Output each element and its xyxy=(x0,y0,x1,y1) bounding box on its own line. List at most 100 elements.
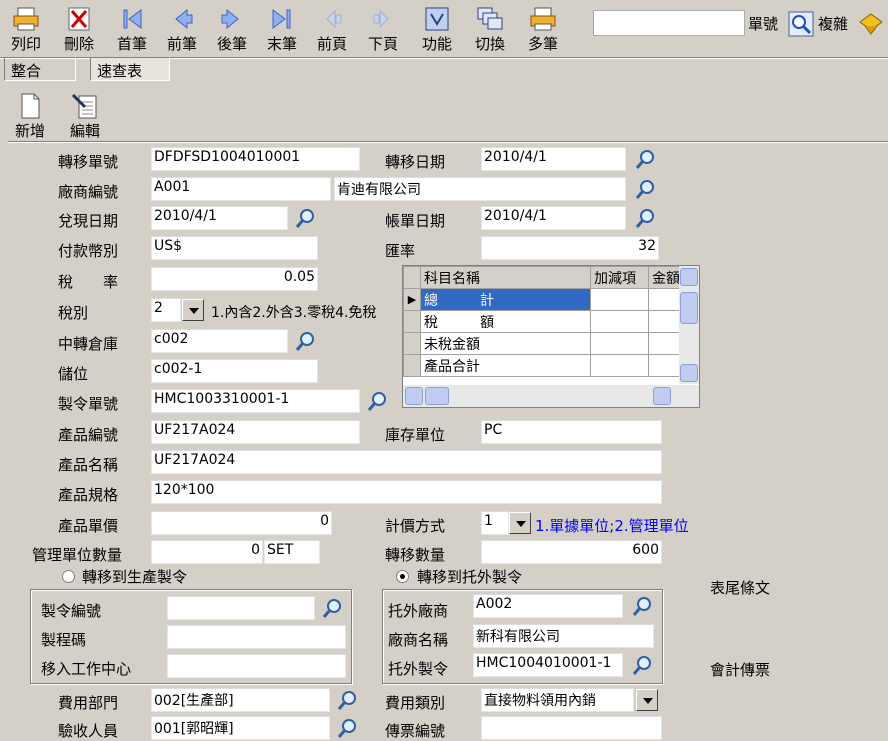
grid-cell-plusminus[interactable] xyxy=(590,310,649,333)
expense-type-dropdown-icon[interactable] xyxy=(636,689,658,711)
location-field[interactable]: c002-1 xyxy=(151,359,318,383)
unit-price-field[interactable]: 0 xyxy=(151,511,332,535)
workcenter-label: 移入工作中心 xyxy=(41,660,132,678)
expense-dept-field[interactable]: 002[生產部] xyxy=(151,688,330,712)
product-spec-field[interactable]: 120*100 xyxy=(151,480,662,504)
form-divider xyxy=(8,141,888,143)
stock-unit-field[interactable]: PC xyxy=(481,420,662,444)
radio-outsource[interactable] xyxy=(396,570,409,583)
cash-date-field[interactable]: 2010/4/1 xyxy=(151,206,288,230)
mo-lookup-icon[interactable] xyxy=(366,390,388,412)
grid-horizontal-scrollbar[interactable] xyxy=(403,385,699,407)
voucher-no-label: 傳票編號 xyxy=(385,722,446,740)
vendor-no-field[interactable]: A001 xyxy=(151,177,331,201)
grid-vertical-scrollbar[interactable] xyxy=(679,266,699,384)
pricing-dropdown-icon[interactable] xyxy=(509,512,531,534)
grid-cell-plusminus[interactable] xyxy=(590,354,649,377)
mo-code-field[interactable] xyxy=(167,596,315,620)
prev-page-button[interactable]: 前頁 xyxy=(307,6,357,54)
grid-row-indicator xyxy=(403,354,421,377)
pricing-select[interactable]: 1 xyxy=(481,511,509,535)
doc-search-input[interactable] xyxy=(593,10,745,36)
first-label: 首筆 xyxy=(116,35,147,53)
function-icon xyxy=(425,7,449,31)
transfer-date-lookup-icon[interactable] xyxy=(634,148,656,170)
footer-text-link[interactable]: 表尾條文 xyxy=(710,577,770,598)
grid-cell-plusminus[interactable] xyxy=(590,332,649,355)
outs-mo-lookup-icon[interactable] xyxy=(631,654,653,676)
tab-quick[interactable]: 速查表 xyxy=(90,57,170,81)
grid-row[interactable]: 產品合計 xyxy=(403,354,684,377)
grid-col-plusminus[interactable]: 加減項 xyxy=(590,266,649,289)
outs-vendor-lookup-icon[interactable] xyxy=(631,595,653,617)
grid-cell-name[interactable]: 產品合計 xyxy=(420,354,591,377)
print-button[interactable]: 列印 xyxy=(1,6,51,54)
mgmt-qty-label: 管理單位數量 xyxy=(32,546,123,564)
tax-type-select[interactable]: 2 xyxy=(151,298,181,322)
function-button[interactable]: 功能 xyxy=(412,6,462,54)
rate-label: 匯率 xyxy=(385,242,416,260)
next-page-button[interactable]: 下頁 xyxy=(358,6,408,54)
grid-col-account[interactable]: 科目名稱 xyxy=(420,266,591,289)
scroll-thumb[interactable] xyxy=(680,292,698,324)
voucher-no-field[interactable] xyxy=(481,716,662,740)
search-icon[interactable] xyxy=(788,11,814,37)
transfer-qty-field[interactable]: 600 xyxy=(481,540,662,564)
grid-cell-name[interactable]: 稅 額 xyxy=(420,310,591,333)
vendor-no-label: 廠商編號 xyxy=(58,183,119,201)
bill-date-lookup-icon[interactable] xyxy=(634,207,656,229)
edit-button[interactable]: 編輯 xyxy=(60,93,110,141)
acct-voucher-link[interactable]: 會計傳票 xyxy=(710,659,770,680)
grid-row[interactable]: 稅 額 xyxy=(403,310,684,333)
bill-date-field[interactable]: 2010/4/1 xyxy=(481,206,626,230)
workcenter-field[interactable] xyxy=(167,654,346,678)
grid-row[interactable]: 未稅金額 xyxy=(403,332,684,355)
transfer-no-field[interactable]: DFDFSD1004010001 xyxy=(151,147,360,171)
product-name-label: 產品名稱 xyxy=(58,456,119,474)
process-field[interactable] xyxy=(167,625,346,649)
scroll-up-icon[interactable] xyxy=(680,268,698,286)
cash-date-lookup-icon[interactable] xyxy=(294,207,316,229)
last-button[interactable]: 末筆 xyxy=(257,6,307,54)
scroll-down-icon[interactable] xyxy=(680,364,698,382)
next-button[interactable]: 後筆 xyxy=(207,6,257,54)
mo-no-field[interactable]: HMC1003310001-1 xyxy=(151,389,360,413)
tax-rate-field[interactable]: 0.05 xyxy=(151,267,318,291)
switch-button[interactable]: 切換 xyxy=(465,6,515,54)
new-button[interactable]: 新增 xyxy=(8,93,52,141)
grid-cell-name[interactable]: 未稅金額 xyxy=(420,332,591,355)
grid-row[interactable]: ▶ 總 計 xyxy=(403,288,684,311)
product-no-field[interactable]: UF217A024 xyxy=(151,420,360,444)
inspector-lookup-icon[interactable] xyxy=(336,717,358,739)
radio-production[interactable] xyxy=(62,570,75,583)
prev-button[interactable]: 前筆 xyxy=(157,6,207,54)
filter-icon[interactable] xyxy=(857,10,885,38)
first-button[interactable]: 首筆 xyxy=(107,6,157,54)
expense-type-select[interactable]: 直接物料領用內銷 xyxy=(481,688,634,712)
tab-merge[interactable]: 整合 xyxy=(4,57,76,81)
complex-label[interactable]: 複雜 xyxy=(818,13,848,34)
grid-header-row: 科目名稱 加減項 金額 xyxy=(403,266,684,289)
inspector-field[interactable]: 001[郭昭輝] xyxy=(151,716,330,740)
outs-vendor-field[interactable]: A002 xyxy=(473,594,623,618)
grid-cell-plusminus[interactable] xyxy=(590,288,649,311)
transfer-date-field[interactable]: 2010/4/1 xyxy=(481,147,626,171)
currency-field[interactable]: US$ xyxy=(151,236,318,260)
mgmt-qty-field[interactable]: 0 xyxy=(151,540,263,564)
mo-code-lookup-icon[interactable] xyxy=(321,597,343,619)
hscroll-thumb[interactable] xyxy=(425,387,449,405)
delete-button[interactable]: 刪除 xyxy=(54,6,104,54)
scroll-left-icon[interactable] xyxy=(405,387,423,405)
tax-type-dropdown-icon[interactable] xyxy=(182,299,204,321)
multi-button[interactable]: 多筆 xyxy=(518,6,568,54)
expense-dept-lookup-icon[interactable] xyxy=(336,689,358,711)
warehouse-field[interactable]: c002 xyxy=(151,329,288,353)
vendor-lookup-icon[interactable] xyxy=(634,178,656,200)
expense-type-label: 費用類別 xyxy=(385,694,446,712)
rate-field[interactable]: 32 xyxy=(481,236,659,260)
warehouse-lookup-icon[interactable] xyxy=(294,330,316,352)
outs-mo-field[interactable]: HMC1004010001-1 xyxy=(473,653,623,677)
grid-cell-name[interactable]: 總 計 xyxy=(420,288,591,311)
scroll-right-icon[interactable] xyxy=(653,387,671,405)
product-name-field[interactable]: UF217A024 xyxy=(151,450,662,474)
